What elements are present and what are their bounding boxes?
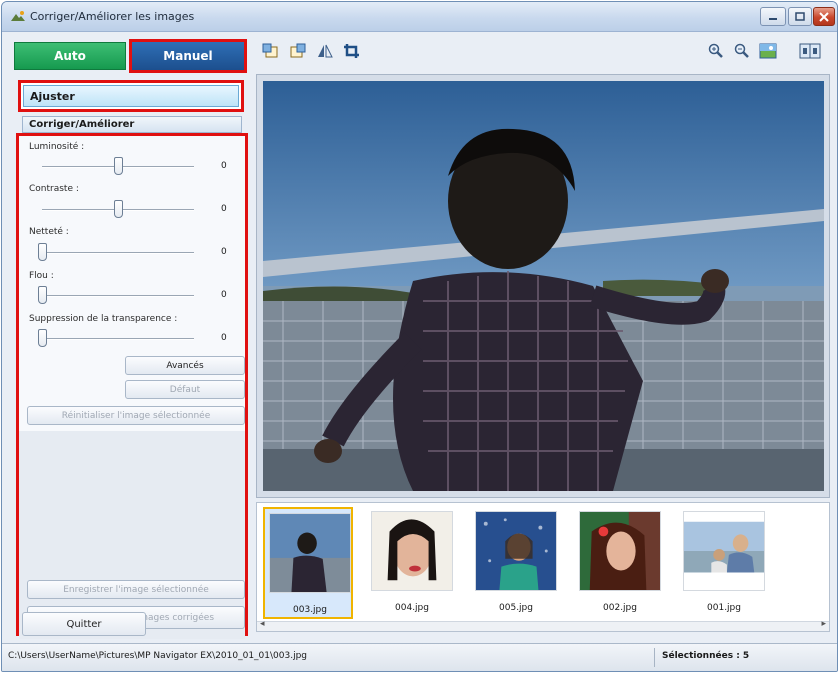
thumbnail-name: 004.jpg	[395, 603, 429, 613]
sharpness-value: 0	[221, 247, 227, 257]
thumbnail-image	[269, 513, 351, 593]
show-through-removal-value: 0	[221, 333, 227, 343]
reset-selected-button[interactable]: Réinitialiser l'image sélectionnée	[27, 406, 245, 425]
app-window: Corriger/Améliorer les images Auto Manue…	[1, 1, 838, 672]
sharpness-label: Netteté :	[29, 227, 69, 237]
sharpness-slider[interactable]	[38, 243, 194, 261]
thumbnail-scrollbar[interactable]: ◂ ▸	[257, 619, 829, 631]
close-button[interactable]	[813, 7, 835, 26]
zoom-out-icon[interactable]	[733, 43, 751, 59]
tab-manual[interactable]: Manuel	[129, 39, 247, 73]
full-image-icon[interactable]	[759, 43, 777, 59]
compare-icon[interactable]	[799, 43, 821, 59]
app-icon	[11, 11, 25, 21]
contrast-label: Contraste :	[29, 184, 79, 194]
show-through-removal-label: Suppression de la transparence :	[29, 314, 178, 324]
flip-icon[interactable]	[316, 43, 334, 59]
zoom-in-icon[interactable]	[707, 43, 725, 59]
adjust-label: Ajuster	[23, 85, 239, 107]
close-icon	[819, 11, 829, 22]
blur-label: Flou :	[29, 271, 54, 281]
preview-frame	[256, 74, 830, 498]
maximize-icon	[795, 11, 805, 21]
correct-enhance-button[interactable]: Corriger/Améliorer	[22, 116, 242, 133]
adjust-panel: Luminosité : 0 Contraste : 0 Netteté : 0	[16, 133, 248, 639]
crop-icon[interactable]	[343, 43, 361, 59]
show-through-removal-slider[interactable]	[38, 329, 194, 347]
thumbnail-image	[475, 511, 557, 591]
thumbnail-item[interactable]: 004.jpg	[367, 507, 457, 619]
thumbnail-image	[683, 511, 765, 591]
brightness-label: Luminosité :	[29, 142, 85, 152]
adjust-button[interactable]: Ajuster	[18, 80, 244, 112]
quit-button[interactable]: Quitter	[22, 612, 146, 636]
tab-auto[interactable]: Auto	[14, 42, 126, 70]
thumbnail-name: 003.jpg	[293, 605, 327, 615]
left-panel: Auto Manuel Ajuster Corriger/Améliorer L…	[8, 38, 248, 639]
slider-thumb[interactable]	[114, 200, 123, 218]
contrast-slider[interactable]	[42, 200, 194, 218]
thumbnail-name: 005.jpg	[499, 603, 533, 613]
thumbnail-name: 001.jpg	[707, 603, 741, 613]
brightness-slider[interactable]	[42, 157, 194, 175]
default-button[interactable]: Défaut	[125, 380, 245, 399]
thumbnail-image	[371, 511, 453, 591]
advanced-button[interactable]: Avancés	[125, 356, 245, 375]
minimize-icon	[769, 17, 777, 20]
brightness-value: 0	[221, 161, 227, 171]
thumbnail-item[interactable]: 002.jpg	[575, 507, 665, 619]
scroll-left-icon[interactable]: ◂	[260, 619, 265, 629]
slider-thumb[interactable]	[38, 286, 47, 304]
window-title: Corriger/Améliorer les images	[30, 10, 195, 23]
thumbnail-name: 002.jpg	[603, 603, 637, 613]
slider-thumb[interactable]	[114, 157, 123, 175]
contrast-value: 0	[221, 204, 227, 214]
rotate-right-icon[interactable]	[289, 43, 307, 59]
selected-count: Sélectionnées : 5	[662, 651, 750, 661]
blur-value: 0	[221, 290, 227, 300]
status-divider	[654, 648, 655, 667]
preview-image[interactable]	[263, 81, 824, 491]
slider-thumb[interactable]	[38, 243, 47, 261]
status-bar: C:\Users\UserName\Pictures\MP Navigator …	[2, 643, 837, 671]
thumbnail-item[interactable]: 003.jpg	[263, 507, 353, 619]
maximize-button[interactable]	[788, 7, 812, 26]
minimize-button[interactable]	[760, 7, 786, 26]
slider-thumb[interactable]	[38, 329, 47, 347]
left-lower-area: Enregistrer l'image sélectionnée Enreg. …	[19, 431, 245, 639]
file-path: C:\Users\UserName\Pictures\MP Navigator …	[8, 651, 307, 661]
rotate-left-icon[interactable]	[261, 43, 279, 59]
blur-slider[interactable]	[38, 286, 194, 304]
thumbnail-item[interactable]: 001.jpg	[679, 507, 769, 619]
thumbnail-item[interactable]: 005.jpg	[471, 507, 561, 619]
thumbnail-image	[579, 511, 661, 591]
scroll-right-icon[interactable]: ▸	[821, 619, 826, 629]
thumbnail-strip: 003.jpg 004.jpg 005.jpg 002.jpg 001.jpg …	[256, 502, 830, 632]
save-selected-button[interactable]: Enregistrer l'image sélectionnée	[27, 580, 245, 599]
slider-area: Luminosité : 0 Contraste : 0 Netteté : 0	[19, 136, 245, 431]
title-bar: Corriger/Améliorer les images	[2, 2, 837, 32]
